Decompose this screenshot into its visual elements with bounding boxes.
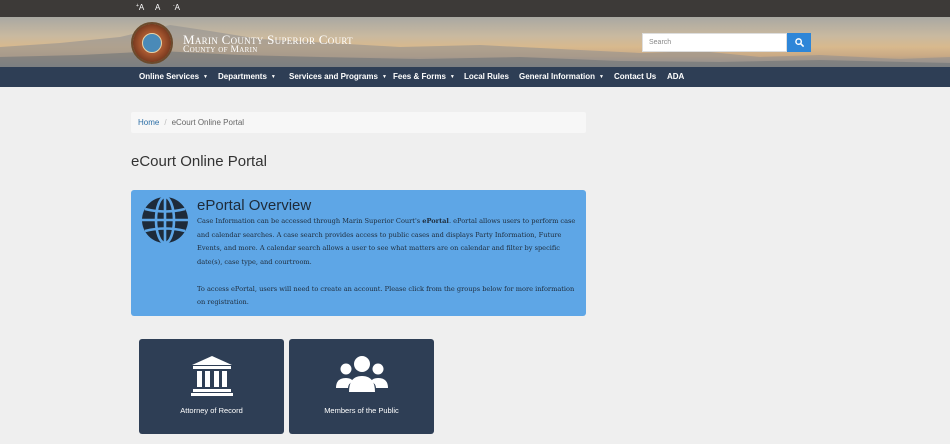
nav-local-rules[interactable]: Local Rules [464, 72, 509, 81]
font-size-decrease-button[interactable]: -A [173, 3, 180, 12]
members-of-the-public-tile[interactable]: Members of the Public [289, 339, 434, 434]
nav-online-services[interactable]: Online Services ▼ [139, 72, 208, 81]
breadcrumb-home-link[interactable]: Home [138, 118, 159, 127]
nav-general-information[interactable]: General Information ▼ [519, 72, 604, 81]
courthouse-icon [190, 356, 233, 396]
nav-services-and-programs[interactable]: Services and Programs ▼ [289, 72, 387, 81]
tile-label: Members of the Public [324, 406, 399, 415]
breadcrumb-current: eCourt Online Portal [171, 118, 245, 127]
tile-label: Attorney of Record [180, 406, 243, 415]
caret-down-icon: ▼ [599, 74, 604, 80]
overview-text: Case Information can be accessed through… [197, 215, 577, 323]
site-header: Marin County Superior Court County of Ma… [0, 17, 950, 67]
overview-title: ePortal Overview [197, 197, 312, 214]
county-seal-logo[interactable] [131, 22, 173, 64]
page-title: eCourt Online Portal [131, 153, 267, 170]
nav-contact-us[interactable]: Contact Us [614, 72, 656, 81]
overview-paragraph-2: To access ePortal, users will need to cr… [197, 284, 575, 307]
breadcrumb-separator: / [164, 118, 167, 127]
group-icon [335, 356, 388, 392]
font-size-increase-button[interactable]: +A [136, 3, 144, 12]
caret-down-icon: ▼ [203, 74, 208, 80]
site-subtitle: County of Marin [183, 45, 258, 55]
overview-paragraph-1: Case Information can be accessed through… [197, 217, 576, 266]
top-utility-bar: +A A -A [0, 0, 950, 17]
main-navigation: Online Services ▼ Departments ▼ Services a… [0, 67, 950, 87]
search-icon [794, 38, 804, 47]
nav-ada[interactable]: ADA [667, 72, 684, 81]
caret-down-icon: ▼ [449, 74, 455, 80]
globe-icon [142, 195, 188, 245]
caret-down-icon: ▼ [270, 74, 276, 80]
search-input[interactable]: Search [642, 33, 787, 52]
nav-fees-and-forms[interactable]: Fees & Forms ▼ [393, 72, 455, 81]
caret-down-icon: ▼ [381, 74, 387, 80]
breadcrumb: Home / eCourt Online Portal [131, 112, 586, 133]
font-size-reset-button[interactable]: A [155, 3, 160, 12]
eportal-overview-panel: ePortal Overview Case Information can be… [131, 190, 586, 316]
attorney-of-record-tile[interactable]: Attorney of Record [139, 339, 284, 434]
nav-departments[interactable]: Departments ▼ [218, 72, 276, 81]
search-button[interactable] [787, 33, 811, 52]
